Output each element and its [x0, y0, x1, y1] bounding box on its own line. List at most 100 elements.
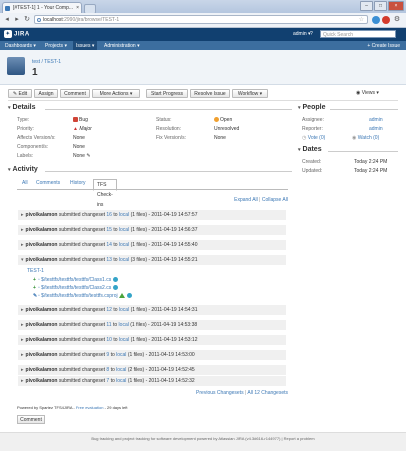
changeset-row[interactable]: ▾ pivo\kalamon submitted changeset 13 to …	[21, 257, 198, 263]
diff-icon[interactable]	[113, 277, 119, 282]
forward-icon[interactable]: ▸	[13, 16, 21, 24]
breadcrumb-key[interactable]: TEST-1	[44, 59, 61, 65]
changeset-to: to	[113, 307, 118, 313]
more-actions-button[interactable]: More Actions ▾	[92, 89, 140, 98]
tab-comments[interactable]: Comments	[36, 180, 60, 186]
changeset-branch-link[interactable]: local	[116, 367, 126, 373]
details-heading-text: Details	[12, 104, 36, 111]
changeset-number-link[interactable]: 11	[106, 322, 111, 328]
changeset-files: (2 files) - 2011-04-19 14:52:45	[127, 367, 195, 373]
file-icon: ▫	[38, 293, 40, 299]
start-progress-button[interactable]: Start Progress	[146, 89, 188, 98]
vote-link[interactable]: ◷ Vote (0)	[302, 135, 325, 141]
tab-history[interactable]: History	[70, 180, 86, 186]
people-heading[interactable]: ▾ People	[298, 104, 325, 111]
jira-logo[interactable]: ✦ JIRA	[4, 30, 30, 38]
views-menu[interactable]: ◉ Views ▾	[356, 89, 386, 98]
changeset-number-link[interactable]: 12	[106, 307, 112, 313]
changeset-row[interactable]: ▸ pivo\kalamon submitted changeset 15 to …	[21, 227, 198, 233]
all-changesets-link[interactable]: All 12 Changesets	[247, 390, 288, 396]
minimize-button[interactable]: –	[360, 1, 373, 11]
wrench-icon[interactable]: ⚙	[393, 16, 401, 24]
changeset-user: pivo\kalamon	[25, 352, 58, 358]
changeset-branch-link[interactable]: local	[119, 212, 129, 218]
changed-file[interactable]: ✎▫ $/testtfs/testtfs/testtfs/testtfs.csp…	[33, 293, 132, 299]
changeset-number-link[interactable]: 14	[106, 242, 112, 248]
changeset-branch-link[interactable]: local	[119, 307, 129, 313]
changeset-row[interactable]: ▸ pivo\kalamon submitted changeset 9 to l…	[21, 352, 195, 358]
changeset-branch-link[interactable]: local	[116, 378, 126, 384]
changeset-number-link[interactable]: 10	[106, 337, 112, 343]
people-rule	[330, 109, 398, 110]
workflow-button[interactable]: Workflow ▾	[232, 89, 268, 98]
changeset-number-link[interactable]: 13	[106, 257, 112, 263]
changeset-user: pivo\kalamon	[25, 322, 58, 328]
changeset-branch-link[interactable]: local	[119, 257, 129, 263]
powered-suffix: - 29 days left	[104, 405, 128, 410]
back-icon[interactable]: ◂	[3, 16, 11, 24]
changeset-row[interactable]: ▸ pivo\kalamon submitted changeset 12 to …	[21, 307, 198, 313]
quick-search-input[interactable]: Quick Search	[320, 30, 396, 38]
changeset-branch-link[interactable]: local	[119, 227, 129, 233]
changed-file[interactable]: + ▫ $/testtfs/testtfs/testtfs/Class2.cs	[33, 285, 119, 291]
free-evaluation-link[interactable]: Free evaluation	[76, 405, 104, 410]
bookmark-star-icon[interactable]: ☆	[359, 16, 364, 25]
tab-all[interactable]: All	[22, 180, 28, 186]
diff-icon[interactable]	[113, 285, 119, 290]
linked-issue-link[interactable]: TEST-1	[27, 268, 44, 274]
assign-button[interactable]: Assign	[34, 89, 58, 98]
changeset-number-link[interactable]: 8	[106, 367, 109, 373]
diff-icon[interactable]	[126, 293, 132, 298]
dates-heading-text: Dates	[302, 146, 322, 153]
changeset-branch-link[interactable]: local	[119, 242, 129, 248]
details-heading[interactable]: ▾ Details	[8, 104, 35, 111]
add-comment-button[interactable]: Comment	[17, 415, 45, 424]
changeset-row[interactable]: ▸ pivo\kalamon submitted changeset 11 to …	[21, 322, 197, 328]
close-window-button[interactable]: ×	[388, 1, 404, 11]
changeset-user: pivo\kalamon	[25, 337, 58, 343]
changeset-row[interactable]: ▸ pivo\kalamon submitted changeset 10 to …	[21, 337, 198, 343]
issue-title: 1	[32, 67, 38, 78]
watch-link[interactable]: ◉ Watch (0)	[352, 135, 379, 141]
comment-button[interactable]: Comment	[60, 89, 90, 98]
changeset-row[interactable]: ▸ pivo\kalamon submitted changeset 8 to l…	[21, 367, 195, 373]
close-tab-icon[interactable]: ×	[76, 3, 79, 13]
window-controls: – □ ×	[360, 1, 404, 11]
changeset-text: submitted changeset	[58, 242, 105, 248]
changeset-row[interactable]: ▸ pivo\kalamon submitted changeset 14 to …	[21, 242, 198, 248]
history-icon[interactable]	[118, 293, 125, 298]
changeset-number-link[interactable]: 9	[106, 352, 109, 358]
powered-by: Powered by Spartez TFS4JIRA - Free evalu…	[17, 405, 127, 410]
assignee-value[interactable]: admin	[369, 117, 383, 123]
changeset-text: submitted changeset	[58, 257, 105, 263]
dates-heading[interactable]: ▾ Dates	[298, 146, 322, 153]
changeset-row[interactable]: ▸ pivo\kalamon submitted changeset 7 to l…	[21, 378, 195, 384]
changed-file[interactable]: + ▫ $/testtfs/testtfs/testtfs/Class1.cs	[33, 277, 119, 283]
collapse-all-link[interactable]: Collapse All	[262, 197, 288, 203]
expand-all-link[interactable]: Expand All	[234, 197, 258, 203]
changeset-branch-link[interactable]: local	[116, 352, 126, 358]
help-icon[interactable]: ?	[310, 31, 313, 37]
edit-labels-icon[interactable]: ✎	[86, 153, 90, 159]
address-bar[interactable]: localhost:2990/jira/browse/TEST-1 ☆	[34, 15, 368, 24]
changeset-branch-link[interactable]: local	[119, 337, 129, 343]
changeset-row[interactable]: ▸ pivo\kalamon submitted changeset 16 to …	[21, 212, 198, 218]
changeset-number-link[interactable]: 16	[106, 212, 112, 218]
changeset-number-link[interactable]: 15	[106, 227, 112, 233]
extension-icon[interactable]	[372, 16, 380, 24]
maximize-button[interactable]: □	[374, 1, 387, 11]
changeset-number-link[interactable]: 7	[106, 378, 109, 384]
edit-button[interactable]: ✎ Edit	[8, 89, 32, 98]
browser-tab[interactable]: [#TEST-1] 1 - Your Comp... ×	[2, 2, 82, 13]
resolve-issue-button[interactable]: Resolve Issue	[190, 89, 230, 98]
expand-triangle-icon: ▸	[21, 337, 24, 343]
user-menu[interactable]: admin ▾	[293, 31, 311, 37]
extension-stop-icon[interactable]	[382, 16, 390, 24]
reload-icon[interactable]: ↻	[23, 16, 31, 24]
breadcrumb-project[interactable]: test	[32, 59, 40, 65]
reporter-value[interactable]: admin	[369, 126, 383, 132]
activity-heading[interactable]: ▾ Activity	[8, 166, 38, 173]
reporter-label: Reporter:	[302, 126, 323, 132]
previous-changesets-link[interactable]: Previous Changesets	[196, 390, 244, 396]
changeset-branch-link[interactable]: local	[119, 322, 129, 328]
